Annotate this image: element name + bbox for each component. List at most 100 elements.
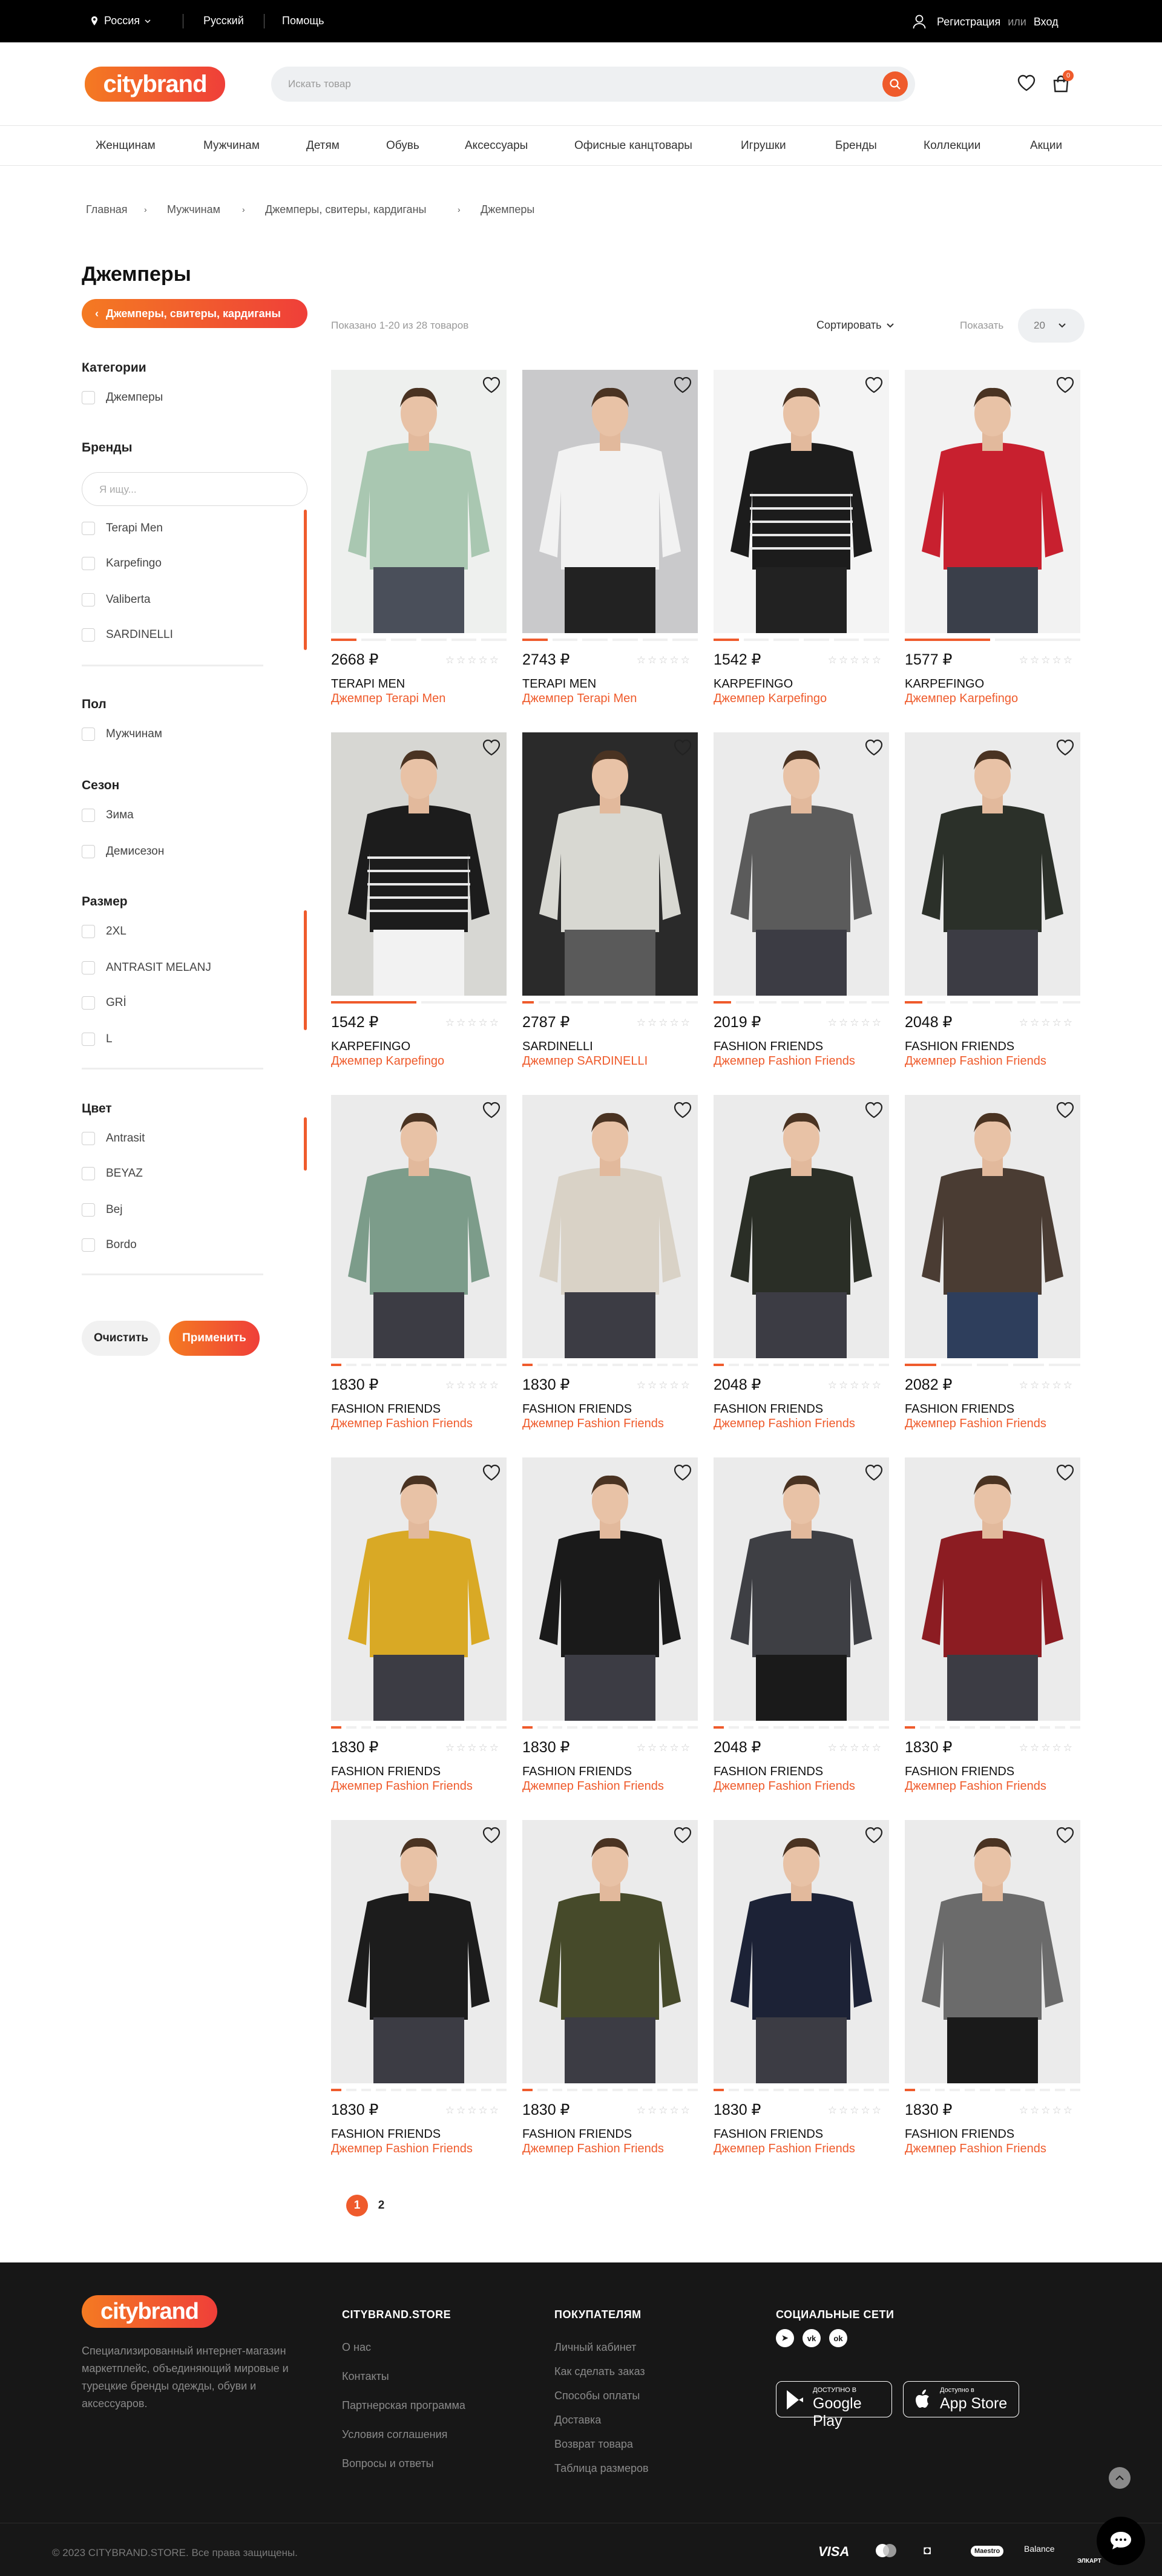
product-brand[interactable]: FASHION FRIENDS [905, 1402, 1014, 1416]
product-brand[interactable]: TERAPI MEN [331, 677, 405, 691]
product-name[interactable]: Джемпер Karpefingo [331, 1054, 444, 1068]
breadcrumb-sweaters[interactable]: Джемперы, свитеры, кардиганы [265, 203, 426, 216]
product-card[interactable]: 2787 ₽ ☆☆☆☆☆ SARDINELLI Джемпер SARDINEL… [522, 732, 698, 1080]
region-selector[interactable]: Россия [91, 15, 151, 27]
product-image[interactable] [714, 1457, 889, 1721]
product-name[interactable]: Джемпер Fashion Friends [522, 1779, 664, 1793]
product-brand[interactable]: FASHION FRIENDS [905, 1040, 1014, 1054]
wishlist-heart-icon[interactable] [1055, 1825, 1075, 1845]
filter-option[interactable]: Зима [82, 809, 134, 822]
product-card[interactable]: 2743 ₽ ☆☆☆☆☆ TERAPI MEN Джемпер Terapi M… [522, 370, 698, 718]
checkbox[interactable] [82, 593, 95, 606]
wishlist-heart-icon[interactable] [864, 375, 884, 395]
product-image[interactable] [522, 370, 698, 633]
chat-button[interactable] [1097, 2517, 1145, 2565]
checkbox[interactable] [82, 1132, 95, 1145]
product-card[interactable]: 1830 ₽ ☆☆☆☆☆ FASHION FRIENDS Джемпер Fas… [522, 1457, 698, 1806]
wishlist-heart-icon[interactable] [1055, 737, 1075, 758]
product-image[interactable] [714, 1820, 889, 2083]
footer-link[interactable]: Таблица размеров [554, 2462, 649, 2475]
product-name[interactable]: Джемпер Fashion Friends [331, 1417, 473, 1431]
product-name[interactable]: Джемпер Fashion Friends [905, 2142, 1046, 2156]
google-play-button[interactable]: ДОСТУПНО В Google Play [776, 2381, 892, 2430]
product-card[interactable]: 2048 ₽ ☆☆☆☆☆ FASHION FRIENDS Джемпер Fas… [714, 1457, 889, 1806]
nav-accessories[interactable]: Аксессуары [465, 139, 528, 153]
filter-option[interactable]: L [82, 1033, 113, 1046]
product-name[interactable]: Джемпер Fashion Friends [714, 2142, 855, 2156]
footer-link[interactable]: Условия соглашения [342, 2428, 447, 2441]
scroll-to-top-button[interactable] [1109, 2467, 1131, 2489]
nav-kids[interactable]: Детям [306, 139, 340, 153]
product-name[interactable]: Джемпер SARDINELLI [522, 1054, 648, 1068]
wishlist-heart-icon[interactable] [864, 1100, 884, 1120]
wishlist-heart-icon[interactable] [1055, 1462, 1075, 1483]
product-card[interactable]: 2082 ₽ ☆☆☆☆☆ FASHION FRIENDS Джемпер Fas… [905, 1095, 1080, 1443]
color-scrollbar-thumb[interactable] [304, 1117, 307, 1171]
app-store-button[interactable]: Доступно в App Store [903, 2381, 1019, 2417]
product-card[interactable]: 1830 ₽ ☆☆☆☆☆ FASHION FRIENDS Джемпер Fas… [905, 1457, 1080, 1806]
wishlist-heart-icon[interactable] [672, 1100, 693, 1120]
product-brand[interactable]: FASHION FRIENDS [522, 1765, 632, 1779]
product-image[interactable] [905, 1457, 1080, 1721]
vk-icon[interactable]: vk [803, 2329, 821, 2347]
logo[interactable]: citybrand [85, 67, 225, 102]
product-image[interactable] [905, 1820, 1080, 2083]
nav-men[interactable]: Мужчинам [203, 139, 260, 153]
checkbox[interactable] [82, 845, 95, 858]
wishlist-heart-icon[interactable] [864, 737, 884, 758]
user-icon[interactable] [913, 15, 926, 29]
breadcrumb-men[interactable]: Мужчинам [167, 203, 220, 216]
footer-link[interactable]: Личный кабинет [554, 2341, 636, 2354]
product-image[interactable] [522, 1820, 698, 2083]
product-brand[interactable]: FASHION FRIENDS [714, 1040, 823, 1054]
product-brand[interactable]: TERAPI MEN [522, 677, 596, 691]
checkbox[interactable] [82, 925, 95, 938]
footer-link[interactable]: Вопросы и ответы [342, 2457, 434, 2470]
product-name[interactable]: Джемпер Fashion Friends [522, 2142, 664, 2156]
product-brand[interactable]: KARPEFINGO [331, 1040, 410, 1054]
product-card[interactable]: 2048 ₽ ☆☆☆☆☆ FASHION FRIENDS Джемпер Fas… [905, 732, 1080, 1080]
wishlist-heart-icon[interactable] [481, 737, 502, 758]
product-image[interactable] [331, 370, 507, 633]
checkbox[interactable] [82, 961, 95, 974]
product-name[interactable]: Джемпер Terapi Men [522, 692, 637, 706]
favorites-heart-icon[interactable] [1017, 74, 1036, 92]
checkbox[interactable] [82, 1033, 95, 1046]
product-brand[interactable]: FASHION FRIENDS [522, 2128, 632, 2141]
telegram-icon[interactable]: ➤ [776, 2329, 794, 2347]
filter-option[interactable]: SARDINELLI [82, 628, 173, 642]
checkbox[interactable] [82, 728, 95, 741]
footer-logo[interactable]: citybrand [82, 2295, 217, 2328]
filter-option[interactable]: Джемперы [82, 391, 163, 404]
product-card[interactable]: 1542 ₽ ☆☆☆☆☆ KARPEFINGO Джемпер Karpefin… [331, 732, 507, 1080]
product-image[interactable] [522, 1457, 698, 1721]
product-name[interactable]: Джемпер Fashion Friends [714, 1054, 855, 1068]
wishlist-heart-icon[interactable] [1055, 375, 1075, 395]
checkbox[interactable] [82, 628, 95, 642]
filter-option[interactable]: BEYAZ [82, 1167, 143, 1180]
wishlist-heart-icon[interactable] [864, 1462, 884, 1483]
cart-button[interactable]: 0 [1052, 70, 1074, 93]
product-card[interactable]: 1830 ₽ ☆☆☆☆☆ FASHION FRIENDS Джемпер Fas… [331, 1457, 507, 1806]
wishlist-heart-icon[interactable] [672, 1825, 693, 1845]
checkbox[interactable] [82, 809, 95, 822]
nav-toys[interactable]: Игрушки [741, 139, 786, 153]
filter-option[interactable]: Демисезон [82, 845, 164, 858]
product-card[interactable]: 1830 ₽ ☆☆☆☆☆ FASHION FRIENDS Джемпер Fas… [331, 1820, 507, 2168]
register-link[interactable]: Регистрация [937, 16, 1000, 28]
login-link[interactable]: Вход [1034, 16, 1059, 28]
product-card[interactable]: 2048 ₽ ☆☆☆☆☆ FASHION FRIENDS Джемпер Fas… [714, 1095, 889, 1443]
product-card[interactable]: 1542 ₽ ☆☆☆☆☆ KARPEFINGO Джемпер Karpefin… [714, 370, 890, 718]
wishlist-heart-icon[interactable] [672, 1462, 693, 1483]
product-name[interactable]: Джемпер Karpefingo [905, 692, 1018, 706]
product-card[interactable]: 1830 ₽ ☆☆☆☆☆ FASHION FRIENDS Джемпер Fas… [331, 1095, 507, 1443]
product-image[interactable] [714, 732, 889, 996]
nav-shoes[interactable]: Обувь [386, 139, 419, 153]
brands-scrollbar-thumb[interactable] [304, 510, 307, 650]
nav-sales[interactable]: Акции [1030, 139, 1062, 153]
product-brand[interactable]: KARPEFINGO [714, 677, 793, 691]
product-image[interactable] [331, 1457, 507, 1721]
footer-link[interactable]: Возврат товара [554, 2438, 633, 2451]
help-link[interactable]: Помощь [282, 15, 324, 27]
product-name[interactable]: Джемпер Fashion Friends [331, 1779, 473, 1793]
